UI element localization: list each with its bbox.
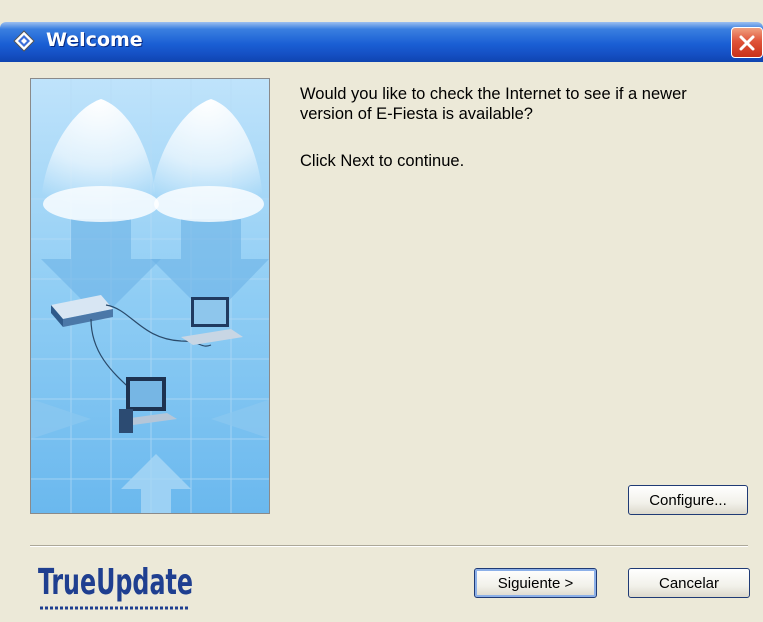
- welcome-dialog: Welcome Would you like to check the Inte…: [0, 0, 763, 622]
- configure-button[interactable]: Configure...: [628, 485, 748, 515]
- close-icon: [739, 35, 755, 50]
- window-title: Welcome: [46, 29, 143, 51]
- separator: [30, 545, 748, 547]
- close-button[interactable]: [731, 27, 763, 58]
- message-continue: Click Next to continue.: [300, 152, 465, 170]
- trueupdate-logo: TrueUpdate: [38, 562, 193, 610]
- network-illustration: [30, 78, 270, 514]
- title-bar[interactable]: Welcome: [0, 22, 763, 62]
- message-line-2: version of E-Fiesta is available?: [300, 105, 533, 123]
- message-line-1: Would you like to check the Internet to …: [300, 85, 687, 103]
- next-button[interactable]: Siguiente >: [474, 568, 597, 598]
- cancel-button[interactable]: Cancelar: [628, 568, 750, 598]
- svg-text:TrueUpdate: TrueUpdate: [38, 562, 193, 603]
- diamond-app-icon: [13, 30, 35, 52]
